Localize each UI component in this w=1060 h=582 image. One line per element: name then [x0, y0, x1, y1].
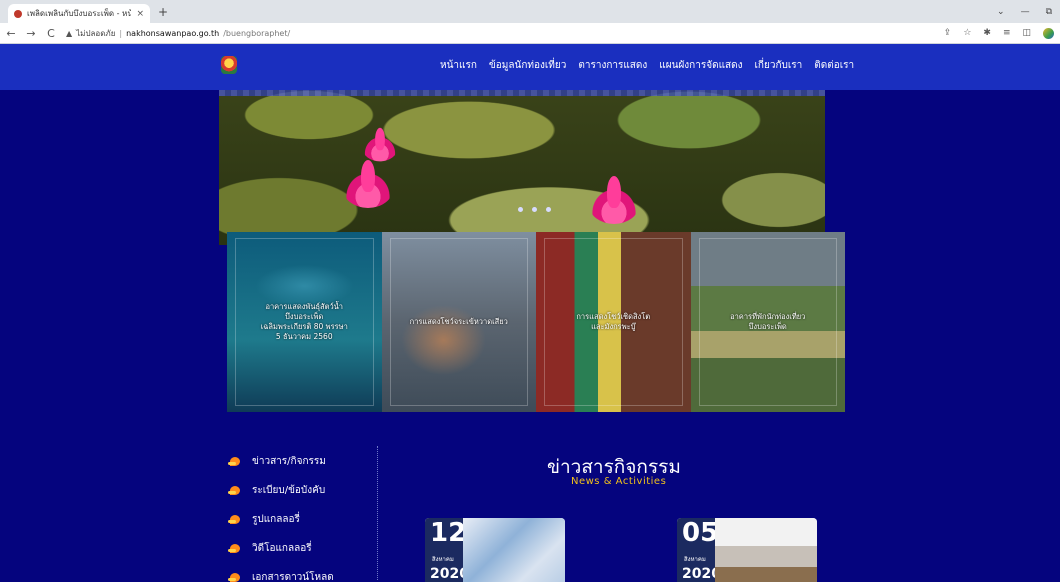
sidebar-menu: ข่าวสาร/กิจกรรม ระเบียบ/ข้อบังคับ รูปแกล…: [228, 447, 334, 582]
main-menu: หน้าแรก ข้อมูลนักท่องเที่ยว ตารางการแสดง…: [440, 58, 854, 73]
reload-icon[interactable]: C: [46, 27, 56, 40]
sidebar-item-label: รูปแกลลอรี่: [252, 514, 300, 525]
menu-item-exhibit-map[interactable]: แผนผังการจัดแสดง: [659, 58, 742, 73]
sidebar-item-label: วิดีโอแกลลอรี่: [252, 543, 312, 554]
tab-search-icon[interactable]: ⌄: [997, 7, 1005, 17]
bird-icon: [228, 485, 242, 497]
menu-item-show-schedule[interactable]: ตารางการแสดง: [578, 58, 647, 73]
restore-button[interactable]: ⧉: [1046, 7, 1052, 17]
url-field[interactable]: ▲ ไม่ปลอดภัย | nakhonsawanpao.go.th/buen…: [66, 25, 934, 42]
lotus-flower-image: [337, 160, 399, 212]
new-tab-button[interactable]: +: [158, 5, 168, 23]
forward-icon[interactable]: →: [26, 27, 36, 40]
menu-item-about[interactable]: เกี่ยวกับเรา: [755, 58, 803, 73]
browser-toolbar: ⇪ ☆ ✱ ≡ ◫: [944, 27, 1054, 39]
warning-icon[interactable]: ▲: [66, 29, 72, 38]
news-card[interactable]: 12 สิงหาคม 2020: [425, 518, 565, 582]
window-controls: ⌄ — ⧉: [997, 0, 1060, 23]
news-month: สิงหาคม: [684, 556, 706, 563]
bird-icon: [228, 456, 242, 468]
news-card[interactable]: 05 สิงหาคม 2020: [677, 518, 817, 582]
sidebar-item-regulations[interactable]: ระเบียบ/ข้อบังคับ: [228, 476, 334, 505]
tile-caption: อาคารแสดงพันธุ์สัตว์น้ำ บึงบอระเพ็ด เฉลิ…: [260, 302, 348, 341]
menu-item-contact[interactable]: ติดต่อเรา: [814, 58, 854, 73]
share-icon[interactable]: ⇪: [944, 28, 952, 38]
sidebar-item-video-gallery[interactable]: วิดีโอแกลลอรี่: [228, 534, 334, 563]
news-thumbnail: [715, 518, 817, 582]
menu-item-home[interactable]: หน้าแรก: [440, 58, 477, 73]
site-favicon-icon: [14, 9, 22, 18]
sidebar-item-label: ระเบียบ/ข้อบังคับ: [252, 485, 326, 496]
extension-icon[interactable]: ✱: [983, 28, 991, 38]
tab-title: เพลิดเพลินกับบึงบอระเพ็ด - หน้าแรก: [27, 9, 132, 18]
news-month: สิงหาคม: [432, 556, 454, 563]
menu-item-tourist-info[interactable]: ข้อมูลนักท่องเที่ยว: [489, 58, 566, 73]
sidebar-divider: [377, 446, 378, 580]
hero-banner[interactable]: [219, 90, 825, 245]
slider-dot-3[interactable]: [546, 207, 551, 212]
tile-aquarium[interactable]: อาคารแสดงพันธุ์สัตว์น้ำ บึงบอระเพ็ด เฉลิ…: [227, 232, 382, 412]
address-bar: ← → C ▲ ไม่ปลอดภัย | nakhonsawanpao.go.t…: [0, 23, 1060, 44]
news-day: 12: [430, 518, 467, 548]
sidebar-item-photo-gallery[interactable]: รูปแกลลอรี่: [228, 505, 334, 534]
tab-close-icon[interactable]: ×: [136, 9, 144, 19]
minimize-button[interactable]: —: [1021, 7, 1030, 17]
browser-tab-bar: เพลิดเพลินกับบึงบอระเพ็ด - หน้าแรก × + ⌄…: [0, 0, 1060, 23]
url-host: nakhonsawanpao.go.th: [126, 28, 220, 38]
profile-icon[interactable]: [1043, 27, 1054, 39]
web-page: หน้าแรก ข้อมูลนักท่องเที่ยว ตารางการแสดง…: [0, 44, 1060, 582]
slider-dots: [518, 207, 551, 212]
back-icon[interactable]: ←: [6, 27, 16, 40]
security-label[interactable]: ไม่ปลอดภัย: [76, 27, 115, 40]
sidebar-item-label: ข่าวสาร/กิจกรรม: [252, 456, 326, 467]
tile-lion-dance-show[interactable]: การแสดงโชว์เชิดสิงโต และมังกรพะบู๊: [536, 232, 691, 412]
list-icon[interactable]: ≡: [1003, 28, 1011, 38]
bird-icon: [228, 543, 242, 555]
slider-dot-1[interactable]: [518, 207, 523, 212]
star-icon[interactable]: ☆: [963, 28, 971, 38]
news-date-badge: 05 สิงหาคม 2020: [677, 518, 721, 582]
bird-icon: [228, 514, 242, 526]
tile-caption: อาคารที่พักนักท่องเที่ยว บึงบอระเพ็ด: [730, 312, 806, 331]
sidebar-item-downloads[interactable]: เอกสารดาวน์โหลด: [228, 563, 334, 582]
bird-icon: [228, 572, 242, 582]
sidepanel-icon[interactable]: ◫: [1022, 28, 1031, 38]
url-path: /buengboraphet/: [223, 28, 291, 38]
browser-tab[interactable]: เพลิดเพลินกับบึงบอระเพ็ด - หน้าแรก ×: [8, 4, 150, 23]
tile-caption: การแสดงโชว์เชิดสิงโต และมังกรพะบู๊: [576, 312, 651, 331]
slider-dot-2[interactable]: [532, 207, 537, 212]
sidebar-item-news[interactable]: ข่าวสาร/กิจกรรม: [228, 447, 334, 476]
banner-edge: [219, 90, 825, 96]
tile-caption: การแสดงโชว์จระเข้หวาดเสียว: [409, 317, 508, 326]
lotus-flower-image: [583, 176, 645, 228]
site-header: หน้าแรก ข้อมูลนักท่องเที่ยว ตารางการแสดง…: [0, 44, 1060, 90]
tile-crocodile-show[interactable]: การแสดงโชว์จระเข้หวาดเสียว: [381, 232, 536, 412]
tile-accommodation[interactable]: อาคารที่พักนักท่องเที่ยว บึงบอระเพ็ด: [690, 232, 845, 412]
site-logo[interactable]: [221, 56, 237, 74]
news-subtitle: News & Activities: [571, 476, 667, 487]
lotus-flower-image: [358, 127, 401, 164]
url-separator: |: [119, 28, 123, 38]
news-date-badge: 12 สิงหาคม 2020: [425, 518, 469, 582]
news-thumbnail: [463, 518, 565, 582]
sidebar-item-label: เอกสารดาวน์โหลด: [252, 572, 334, 582]
news-day: 05: [682, 518, 719, 548]
feature-tiles: อาคารแสดงพันธุ์สัตว์น้ำ บึงบอระเพ็ด เฉลิ…: [227, 232, 845, 412]
